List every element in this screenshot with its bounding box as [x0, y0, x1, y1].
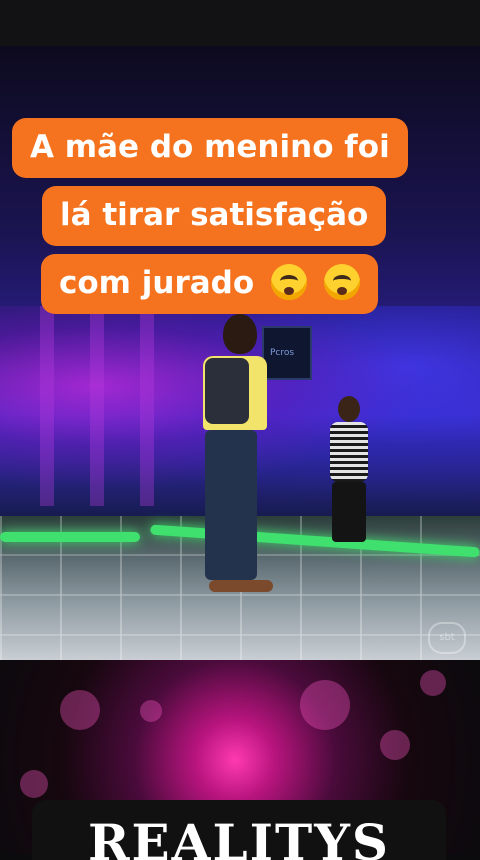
channel-watermark: sbt — [428, 622, 466, 654]
caption-line-2: lá tirar satisfação — [42, 186, 387, 246]
bokeh-light — [420, 670, 446, 696]
caption-text-1: A mãe do menino foi — [30, 129, 390, 165]
woman-with-microphone — [320, 396, 380, 546]
caption-text-2: lá tirar satisfação — [60, 197, 369, 233]
video-caption: A mãe do menino foi lá tirar satisfação … — [12, 118, 418, 314]
bokeh-light — [60, 690, 100, 730]
bokeh-light — [140, 700, 162, 722]
anguished-face-icon — [270, 263, 307, 300]
stage-curtain — [40, 306, 54, 506]
boy-head — [223, 314, 257, 354]
caption-line-3: com jurado — [41, 254, 378, 314]
anguished-face-icon — [323, 263, 360, 300]
stage-curtain — [90, 306, 104, 506]
top-bar — [0, 0, 480, 46]
caption-text-3: com jurado — [59, 265, 255, 301]
bokeh-light — [380, 730, 410, 760]
woman-legs — [332, 482, 366, 542]
woman-top — [330, 422, 368, 482]
boy-vest — [205, 358, 249, 424]
bokeh-light — [300, 680, 350, 730]
boy-pants — [205, 430, 257, 580]
realitys-banner: REALITYS — [32, 800, 446, 860]
bokeh-light — [20, 770, 48, 798]
boy-on-stage — [195, 314, 275, 604]
boy-shoes — [209, 580, 273, 592]
woman-head — [338, 396, 360, 422]
caption-line-1: A mãe do menino foi — [12, 118, 408, 178]
stage-led-strip — [0, 532, 140, 542]
stage-curtain — [140, 306, 154, 506]
